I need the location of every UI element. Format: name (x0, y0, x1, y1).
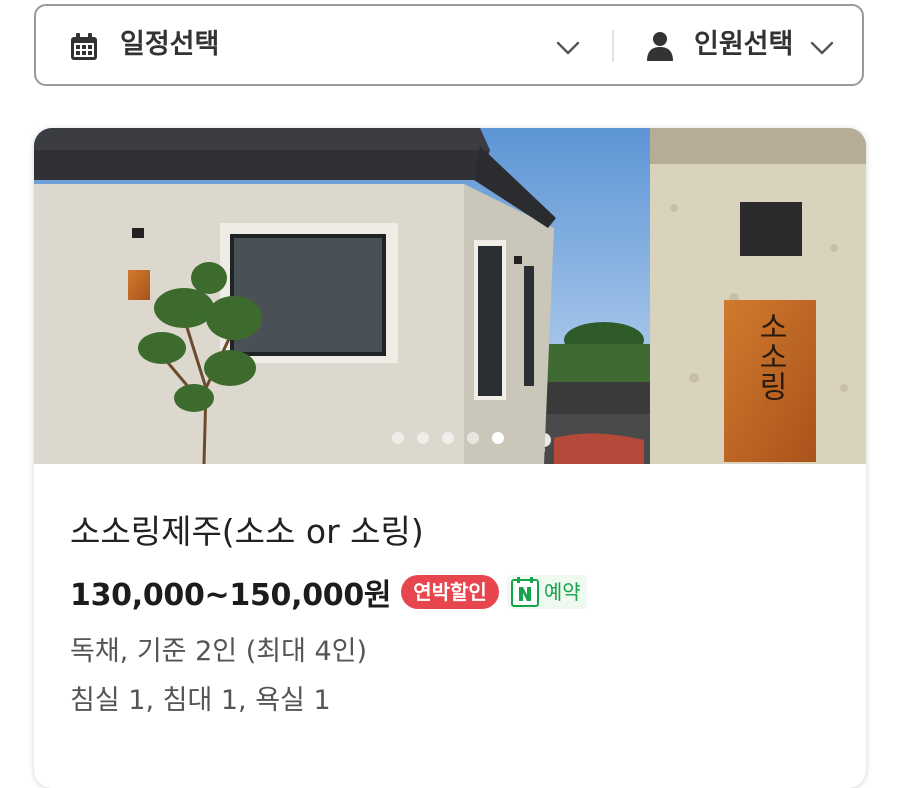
discount-badge: 연박할인 (401, 575, 499, 609)
listing-title[interactable]: 소소링제주(소소 or 소링) (70, 510, 424, 554)
listing-photo[interactable]: 소소링 (34, 128, 866, 464)
chevron-down-icon (556, 41, 580, 55)
listing-card[interactable]: 소소링 소소링제주(소소 or 소링) 130,000~150,000원 연박할… (34, 128, 866, 788)
date-select-label: 일정선택 (120, 29, 220, 60)
chevron-down-icon (810, 41, 834, 55)
guest-select-button[interactable]: 인원선택 (614, 6, 864, 84)
room-info: 침실 1, 침대 1, 욕실 1 (70, 685, 331, 716)
carousel-dot[interactable] (392, 432, 404, 444)
person-icon (647, 32, 673, 61)
naver-booking-badge[interactable]: 예약 (506, 575, 587, 609)
listing-price: 130,000~150,000원 (70, 578, 392, 613)
carousel-dot[interactable] (442, 432, 454, 444)
search-filter-bar: 일정선택 인원선택 (34, 4, 864, 86)
calendar-icon (71, 33, 97, 60)
naver-booking-label: 예약 (543, 580, 581, 604)
capacity-info: 독채, 기준 2인 (최대 4인) (70, 636, 368, 667)
date-select-button[interactable]: 일정선택 (36, 6, 614, 84)
carousel-indicator (392, 432, 504, 444)
carousel-dot[interactable] (492, 432, 504, 444)
price-row: 130,000~150,000원 연박할인 예약 (70, 570, 587, 614)
guest-select-label: 인원선택 (694, 29, 794, 60)
carousel-dot[interactable] (467, 432, 479, 444)
photo-sign-text: 소소링 (753, 311, 788, 401)
naver-n-icon (510, 577, 539, 607)
carousel-dot[interactable] (417, 432, 429, 444)
